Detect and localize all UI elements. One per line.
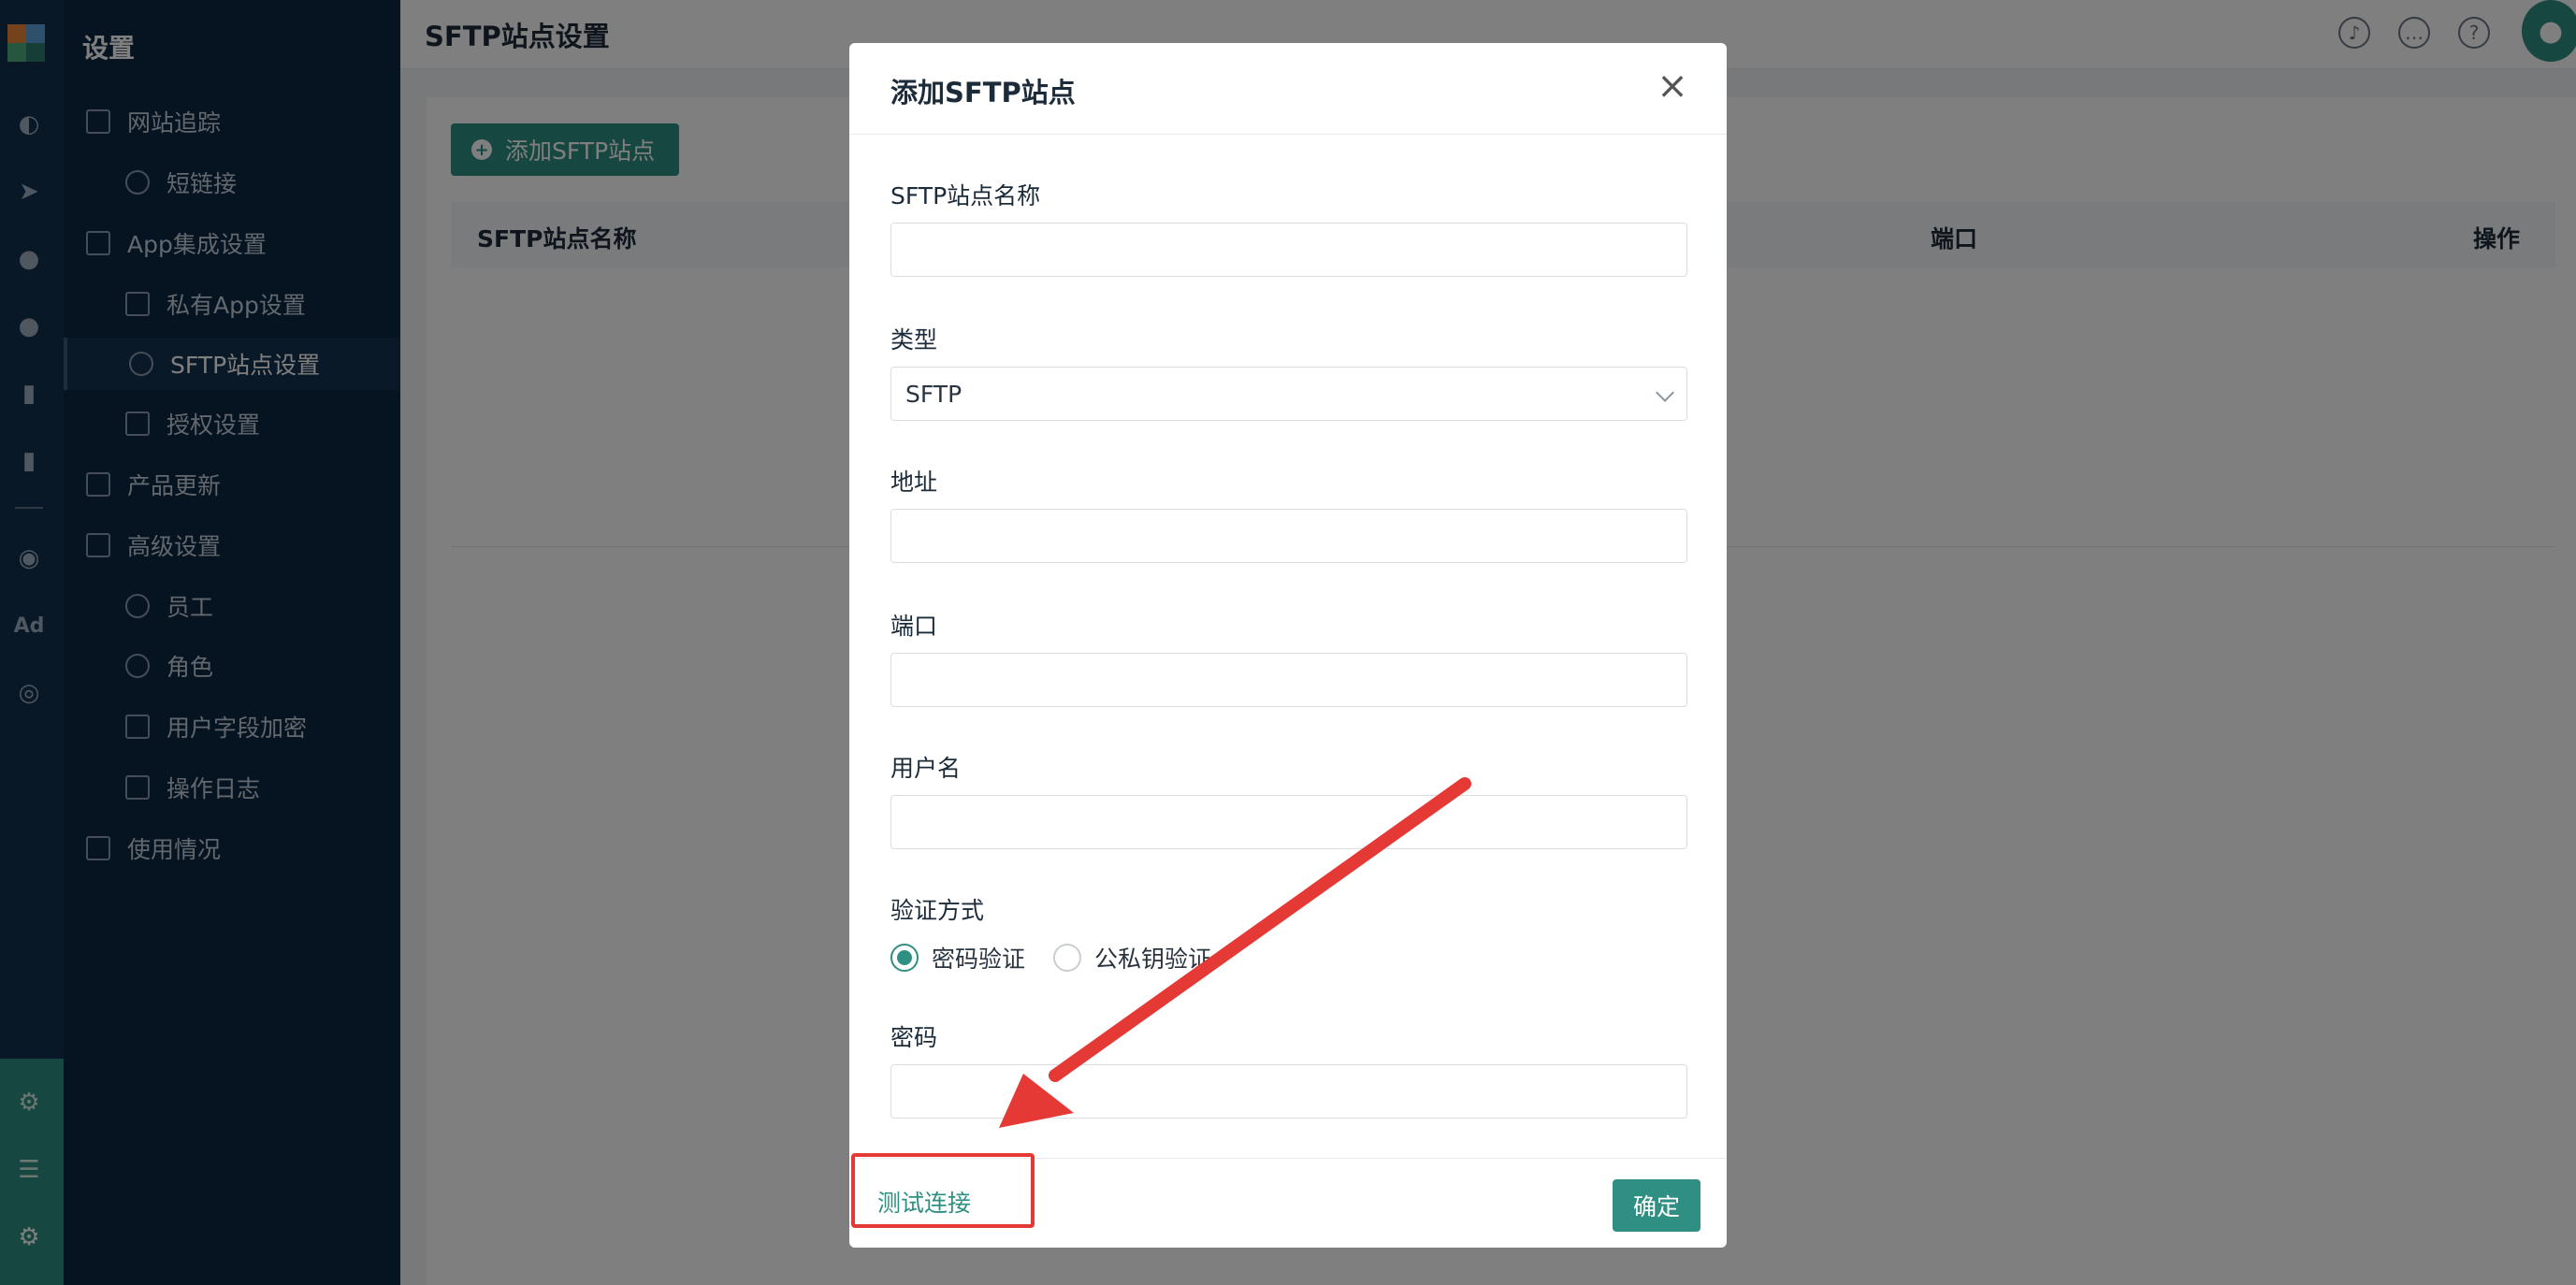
- port-label: 端口: [890, 613, 938, 640]
- password-label: 密码: [890, 1024, 938, 1051]
- auth-key-label[interactable]: 公私钥验证: [1094, 941, 1211, 975]
- address-input[interactable]: [890, 509, 1687, 563]
- type-label: 类型: [890, 326, 938, 354]
- type-select-value: SFTP: [905, 380, 962, 408]
- dialog-title: 添加SFTP站点: [890, 77, 1076, 108]
- type-select[interactable]: SFTP: [890, 367, 1687, 421]
- test-connection-link[interactable]: 测试连接: [877, 1185, 971, 1219]
- site-name-label: SFTP站点名称: [890, 182, 1041, 209]
- auth-password-radio[interactable]: [890, 944, 919, 972]
- auth-method-group: 密码验证 公私钥验证: [890, 939, 1239, 976]
- port-input[interactable]: [890, 653, 1687, 707]
- auth-method-label: 验证方式: [890, 897, 985, 924]
- close-icon[interactable]: ×: [1654, 67, 1691, 107]
- auth-password-label[interactable]: 密码验证: [932, 941, 1025, 975]
- username-label: 用户名: [890, 755, 962, 782]
- site-name-input[interactable]: [890, 223, 1687, 277]
- add-sftp-dialog: 添加SFTP站点 × SFTP站点名称 类型 SFTP 地址 端口 用户名 验证…: [849, 43, 1727, 1248]
- dialog-footer: 测试连接 确定: [849, 1153, 1727, 1248]
- confirm-button[interactable]: 确定: [1613, 1179, 1700, 1232]
- password-input[interactable]: [890, 1064, 1687, 1119]
- address-label: 地址: [890, 469, 938, 496]
- username-input[interactable]: [890, 795, 1687, 849]
- auth-key-radio[interactable]: [1053, 944, 1082, 972]
- chevron-down-icon: [1656, 383, 1674, 402]
- dialog-header: 添加SFTP站点 ×: [849, 43, 1727, 135]
